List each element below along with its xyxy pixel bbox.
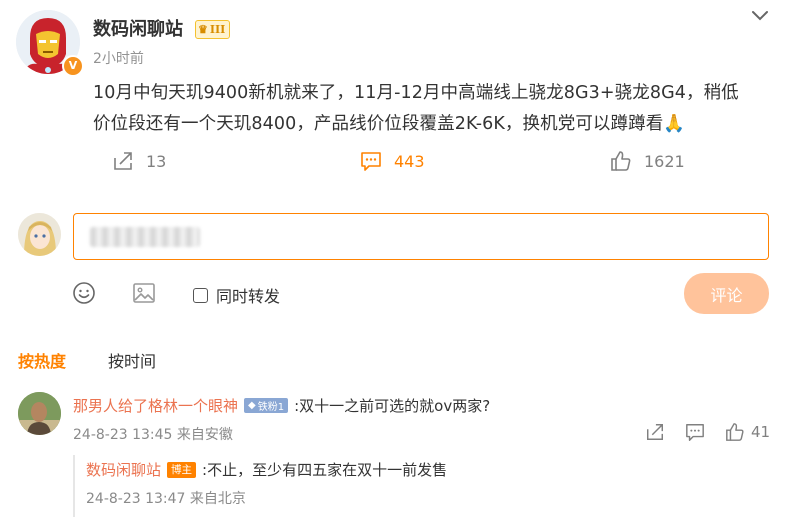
comment-text: :双十一之前可选的就ov两家? (294, 397, 491, 415)
also-repost-toggle[interactable]: 同时转发 (193, 283, 280, 307)
comment-input[interactable] (73, 213, 769, 260)
post-content: 10月中旬天玑9400新机就来了，11月-12月中高端线上骁龙8G3+骁龙8G4… (93, 78, 773, 140)
praying-hands-emoji: 🙏 (663, 114, 686, 134)
comment-input-text-obscured (90, 227, 200, 247)
reply-text: :不止，至少有四五家在双十一前发售 (202, 461, 448, 479)
like-count: 1621 (644, 151, 685, 171)
reply-author-name[interactable]: 数码闲聊站 (86, 459, 161, 480)
comment-like-count: 41 (751, 423, 771, 441)
emoji-button[interactable] (72, 281, 96, 305)
crown-icon: ♛ (198, 23, 208, 36)
author-level-badge: ♛ III (195, 18, 231, 39)
current-user-avatar[interactable] (18, 213, 61, 256)
thumbs-up-icon (611, 151, 631, 171)
comment-item: 那男人给了格林一个眼神 ◆ 铁粉1 :双十一之前可选的就ov两家? (73, 395, 490, 416)
repost-icon (647, 424, 663, 440)
repost-count: 13 (146, 151, 167, 171)
repost-icon (114, 152, 132, 170)
anime-avatar-icon (18, 213, 61, 256)
comment-time: 24-8-23 13:45 (73, 427, 173, 443)
commenter-avatar[interactable] (18, 392, 61, 435)
comment-source: 来自安徽 (176, 427, 233, 443)
reply-meta: 24-8-23 13:47 来自北京 (86, 488, 246, 508)
comment-repost-button[interactable] (645, 422, 665, 442)
image-button[interactable] (132, 281, 156, 305)
post-text-line-2: 价位段还有一个天玑8400，产品线价位段覆盖2K-6K，换机党可以蹲蹲看🙏 (93, 109, 773, 140)
commenter-name[interactable]: 那男人给了格林一个眼神 (73, 395, 238, 416)
photo-avatar-icon (18, 392, 61, 435)
smiley-icon (73, 282, 95, 304)
more-menu-button[interactable] (750, 8, 770, 22)
post-text-line-2-text: 价位段还有一个天玑8400，产品线价位段覆盖2K-6K，换机党可以蹲蹲看 (93, 114, 664, 134)
blogger-tag: 博主 (167, 461, 197, 478)
post-text-line-1: 10月中旬天玑9400新机就来了，11月-12月中高端线上骁龙8G3+骁龙8G4… (93, 83, 739, 103)
comment-icon (686, 424, 704, 441)
reply-item: 数码闲聊站 博主 :不止，至少有四五家在双十一前发售 (86, 459, 447, 480)
also-repost-label: 同时转发 (216, 287, 281, 306)
comment-reply-button[interactable] (685, 422, 705, 442)
sort-by-time-tab[interactable]: 按时间 (108, 348, 156, 372)
comment-like-button[interactable]: 41 (725, 422, 770, 442)
like-button[interactable]: 1621 (610, 150, 685, 172)
diamond-icon: ◆ (248, 400, 256, 411)
comment-count: 443 (394, 151, 425, 171)
author-name[interactable]: 数码闲聊站 (93, 15, 183, 41)
post-time[interactable]: 2小时前 (93, 48, 144, 68)
reply-source: 来自北京 (189, 491, 246, 507)
verified-badge: V (62, 55, 84, 77)
reply-thread-line (73, 455, 75, 517)
thumbs-up-icon (726, 423, 744, 441)
comment-meta: 24-8-23 13:45 来自安徽 (73, 424, 233, 444)
also-repost-checkbox[interactable] (193, 287, 208, 303)
reply-time: 24-8-23 13:47 (86, 491, 186, 507)
image-icon (133, 283, 155, 303)
submit-comment-button[interactable]: 评论 (684, 273, 769, 314)
sort-by-hot-tab[interactable]: 按热度 (18, 348, 66, 372)
chevron-down-icon (752, 11, 768, 21)
comment-icon (361, 152, 381, 171)
repost-button[interactable]: 13 (112, 150, 166, 172)
fan-level-badge: ◆ 铁粉1 (244, 398, 289, 413)
comment-button[interactable]: 443 (360, 150, 425, 172)
